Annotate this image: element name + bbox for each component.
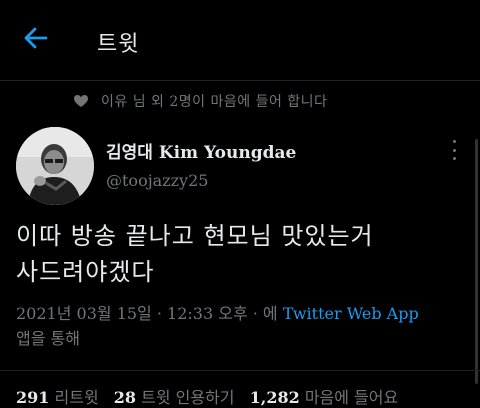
tweet-text: 이따 방송 끝나고 현모님 맛있는거 사드려야겠다 <box>16 218 456 290</box>
more-dot <box>452 148 456 152</box>
timestamp[interactable]: 2021년 03월 15일 · 12:33 오후 · 에 <box>16 304 278 323</box>
likes-stat[interactable]: 1,282 마음에 들어요 <box>250 388 399 407</box>
tweet-meta: 2021년 03월 15일 · 12:33 오후 · 에 Twitter Web… <box>16 301 466 351</box>
likes-count: 1,282 <box>249 388 300 407</box>
more-dot <box>452 140 456 143</box>
more-options-icon[interactable] <box>448 140 460 160</box>
tweet-text-line: 사드려야겠다 <box>16 258 155 286</box>
more-dot <box>452 157 456 160</box>
scrollbar[interactable] <box>475 139 478 384</box>
quotes-label: 트윗 인용하기 <box>141 388 235 407</box>
avatar-photo <box>16 127 94 205</box>
social-context-text: 이유 님 외 2명이 마음에 들어 합니다 <box>101 94 328 110</box>
retweets-count: 291 <box>16 388 50 407</box>
tweet-stats: 291 리트윗 28 트윗 인용하기 1,282 마음에 들어요 <box>16 384 480 408</box>
heart-icon <box>74 95 88 107</box>
top-bar: 트윗 <box>0 0 480 80</box>
social-context[interactable]: 이유 님 외 2명이 마음에 들어 합니다 <box>73 91 327 111</box>
retweets-stat[interactable]: 291 리트윗 <box>16 388 104 407</box>
header-divider <box>0 80 480 81</box>
user-handle[interactable]: @toojazzy25 <box>106 171 208 190</box>
quotes-count: 28 <box>113 388 137 407</box>
page-title: 트윗 <box>97 32 140 57</box>
tweet-text-line: 이따 방송 끝나고 현모님 맛있는거 <box>16 222 374 250</box>
avatar[interactable] <box>16 127 94 205</box>
source-link[interactable]: Twitter Web App <box>283 304 419 323</box>
source-suffix: 앱을 통해 <box>16 329 80 348</box>
likes-label: 마음에 들어요 <box>304 388 399 407</box>
quotes-stat[interactable]: 28 트윗 인용하기 <box>114 388 240 407</box>
display-name[interactable]: 김영대 Kim Youngdae <box>106 138 296 163</box>
stats-divider <box>0 370 480 371</box>
back-arrow-icon[interactable] <box>22 24 50 52</box>
retweets-label: 리트윗 <box>54 388 99 407</box>
